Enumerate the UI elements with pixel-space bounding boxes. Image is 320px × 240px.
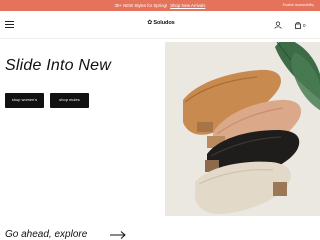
hero-title: Slide Into New [5, 57, 111, 74]
logo-text: Soludos [153, 20, 175, 26]
promo-bar: 30+ NEW Styles for Spring! Shop New Arri… [0, 0, 320, 11]
arrow-right-icon[interactable] [110, 231, 126, 239]
shop-womens-button[interactable]: shop women's [5, 93, 44, 108]
shop-mules-button[interactable]: shop mules [50, 93, 89, 108]
explore-heading: Go ahead, explore [5, 229, 88, 240]
hero-image [165, 42, 320, 216]
promo-message: 30+ NEW Styles for Spring! Shop New Arri… [0, 2, 320, 9]
promo-text: 30+ NEW Styles for Spring! [114, 3, 168, 8]
promo-link[interactable]: Shop New Arrivals [170, 3, 205, 8]
accessibility-link[interactable]: Enable accessibility [283, 2, 314, 9]
cart-count: 0 [303, 22, 306, 28]
user-icon[interactable] [274, 21, 282, 29]
site-header: ✿ Soludos 0 [0, 11, 320, 39]
logo[interactable]: ✿ Soludos [143, 19, 179, 27]
logo-mark-icon: ✿ [147, 20, 153, 26]
shopping-bag-icon [295, 21, 301, 29]
menu-icon[interactable] [5, 21, 14, 29]
cart-button[interactable]: 0 [295, 21, 306, 29]
